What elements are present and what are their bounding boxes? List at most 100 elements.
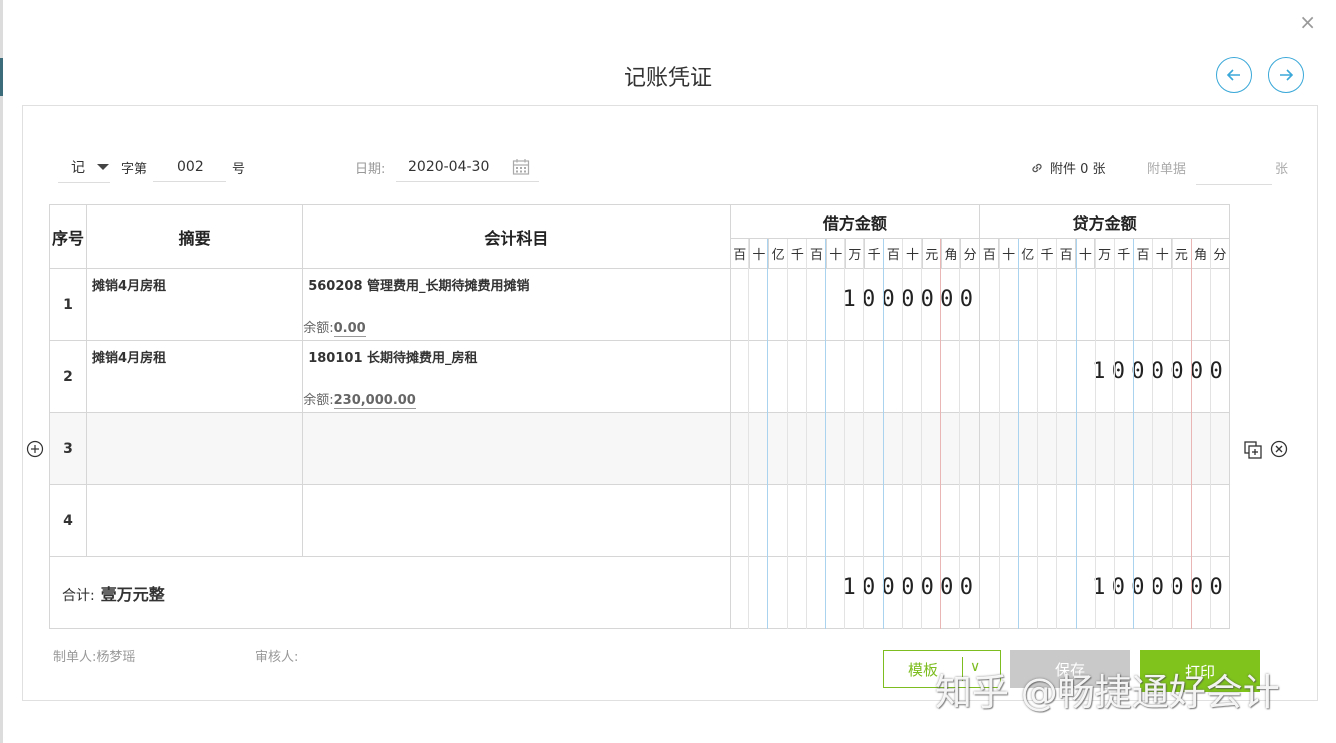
credit-digit-header: 万: [1094, 238, 1115, 269]
debit-digit-header: 十: [902, 238, 923, 269]
balance-value: 0.00: [333, 321, 366, 337]
balance: 余额:230,000.00: [303, 389, 416, 409]
col-header-credit: 贷方金额: [979, 204, 1230, 239]
subject-cell[interactable]: [302, 484, 731, 557]
credit-cell[interactable]: [979, 412, 1230, 485]
voucher-word-value: 记: [71, 160, 85, 176]
col-header-seq: 序号: [48, 204, 88, 269]
caret-down-icon: [97, 164, 109, 170]
summary-cell[interactable]: [86, 412, 304, 485]
debit-digit-header: 千: [864, 238, 885, 269]
credit-digit-header: 亿: [1017, 238, 1038, 269]
maker-info: 制单人:杨梦瑶: [53, 646, 135, 665]
debit-digit-header: 百: [729, 238, 750, 269]
maker-label: 制单人:: [53, 650, 97, 665]
total-amount-words: 壹万元整: [100, 584, 165, 604]
credit-digit-header: 千: [1036, 238, 1058, 269]
summary-cell[interactable]: 摊销4月房租: [86, 340, 304, 413]
debit-digit-header: 十: [825, 238, 846, 269]
attachment-link[interactable]: 附件 0 张: [1030, 158, 1106, 177]
chevron-down-icon[interactable]: ∨: [970, 659, 980, 675]
balance-value: 230,000.00: [333, 393, 416, 409]
debit-digit-header: 角: [940, 238, 962, 269]
summary-cell[interactable]: 摊销4月房租: [86, 268, 304, 341]
total-credit-cell: 1000000: [979, 556, 1230, 629]
credit-digit-header: 十: [1075, 238, 1096, 269]
voucher-word-select[interactable]: 记: [58, 152, 110, 183]
row-seq: 1: [48, 268, 88, 341]
subject-name: [303, 485, 729, 491]
credit-digit-header: 千: [1113, 238, 1134, 269]
date-label: 日期:: [355, 161, 386, 177]
credit-amount: 1000000: [1092, 359, 1229, 384]
total-debit-amount: 1000000: [842, 575, 980, 600]
credit-digit-header: 十: [1152, 238, 1173, 269]
summary-cell[interactable]: [86, 484, 304, 557]
subject-name: 560208 管理费用_长期待摊费用摊销: [308, 279, 530, 294]
subject-name: [303, 413, 729, 419]
debit-cell[interactable]: [729, 340, 981, 413]
template-label: 模板: [907, 660, 938, 679]
total-debit-cell: 1000000: [729, 556, 981, 629]
col-header-summary: 摘要: [86, 204, 304, 269]
credit-digit-header: 百: [1056, 238, 1077, 269]
credit-cell[interactable]: [979, 268, 1230, 341]
debit-digit-header: 百: [806, 238, 827, 269]
save-button[interactable]: 保存: [1010, 650, 1130, 688]
prev-voucher-button[interactable]: [1216, 57, 1252, 93]
subject-cell[interactable]: 180101 长期待摊费用_房租余额:230,000.00: [302, 340, 731, 413]
subject-cell[interactable]: [302, 412, 731, 485]
balance-label: 余额:: [303, 321, 334, 336]
credit-digit-header: 十: [998, 238, 1019, 269]
arrow-right-icon: [1280, 69, 1294, 81]
template-divider: [962, 657, 963, 681]
credit-cell[interactable]: 1000000: [979, 340, 1230, 413]
debit-cell[interactable]: 1000000: [729, 268, 981, 341]
row-seq: 3: [48, 412, 88, 485]
credit-cell[interactable]: [979, 484, 1230, 557]
debit-cell[interactable]: [729, 484, 981, 557]
print-button[interactable]: 打印: [1140, 650, 1260, 692]
voucher-row: 2 摊销4月房租 180101 长期待摊费用_房租 余额:230,000.00 1000…: [48, 340, 1230, 413]
col-header-subject: 会计科目: [302, 204, 731, 269]
voucher-table: 序号 摘要 会计科目 借方金额 贷方金额 百十亿千百十万千百十元角分百十亿千百十…: [48, 204, 1231, 629]
total-cell: 合计: 壹万元整: [49, 556, 731, 629]
total-label: 合计:: [62, 587, 95, 604]
credit-digit-header: 百: [1132, 238, 1154, 269]
debit-amount: 1000000: [842, 287, 980, 312]
debit-digit-header: 千: [787, 238, 808, 269]
calendar-icon[interactable]: [512, 158, 530, 176]
dialog-title: 记账凭证: [623, 66, 712, 91]
window-edge: [0, 0, 3, 743]
next-voucher-button[interactable]: [1268, 57, 1304, 93]
copy-row-icon[interactable]: [1243, 440, 1263, 460]
subject-cell[interactable]: 560208 管理费用_长期待摊费用摊销余额:0.00: [302, 268, 731, 341]
debit-cell[interactable]: [729, 412, 981, 485]
credit-digit-header: 百: [979, 238, 1000, 269]
word-suffix-label: 字第: [121, 161, 148, 177]
delete-row-icon[interactable]: [1270, 440, 1288, 458]
debit-digit-header: 亿: [768, 238, 789, 269]
maker-name: 杨梦瑶: [96, 650, 136, 665]
debit-digit-header: 万: [844, 238, 866, 269]
credit-digit-header: 元: [1171, 238, 1192, 269]
col-header-debit: 借方金额: [729, 204, 981, 239]
add-row-icon[interactable]: [26, 440, 44, 458]
balance-label: 余额:: [303, 393, 334, 408]
credit-digit-header: 分: [1209, 238, 1231, 269]
credit-digit-header: 角: [1190, 238, 1211, 269]
row-seq: 2: [48, 340, 88, 413]
voucher-number-input[interactable]: [153, 152, 226, 182]
attach-doc-input[interactable]: [1196, 152, 1272, 185]
template-button[interactable]: 模板 ∨: [883, 650, 1001, 688]
close-button[interactable]: ×: [1299, 10, 1316, 34]
total-credit-amount: 1000000: [1092, 575, 1229, 600]
arrow-left-icon: [1226, 69, 1240, 81]
debit-digit-header: 元: [921, 238, 942, 269]
subject-name: 180101 长期待摊费用_房租: [308, 351, 478, 366]
voucher-row: 3: [48, 412, 1230, 485]
debit-digit-header: 百: [883, 238, 904, 269]
link-icon: [1032, 163, 1042, 172]
attach-doc-unit: 张: [1275, 161, 1289, 177]
debit-digit-header: 十: [748, 238, 770, 269]
